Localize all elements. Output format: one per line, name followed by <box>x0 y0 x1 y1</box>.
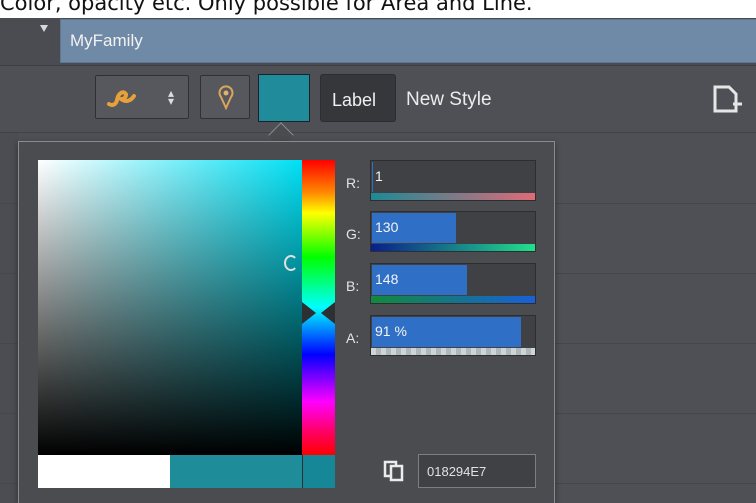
green-value: 130 <box>375 219 399 235</box>
caption-text: Color, opacity etc. Only possible for Ar… <box>0 0 533 15</box>
preview-background-white <box>38 455 170 488</box>
red-value: 1 <box>375 168 383 184</box>
label-button[interactable]: Label <box>320 74 396 122</box>
style-name[interactable]: New Style <box>406 89 492 111</box>
hex-input[interactable]: 018294E7 <box>418 454 536 488</box>
family-name: MyFamily <box>70 31 143 50</box>
family-row: MyFamily <box>0 18 756 66</box>
hex-value: 018294E7 <box>427 464 487 479</box>
preview-color-transparent <box>170 455 302 488</box>
family-name-field[interactable]: MyFamily <box>60 19 756 63</box>
preview-color-opaque <box>302 455 335 488</box>
style-row: ▴ ▾ Label New Style <box>0 66 756 133</box>
alpha-gradient <box>371 348 535 355</box>
saturation-cursor[interactable] <box>284 255 298 271</box>
caption-strip: Color, opacity etc. Only possible for Ar… <box>0 0 756 18</box>
green-label: G: <box>346 226 361 242</box>
alpha-label: A: <box>346 330 360 346</box>
color-swatch-button[interactable] <box>258 74 310 122</box>
red-level-fill <box>372 162 373 192</box>
hue-marker-icon[interactable] <box>302 302 335 324</box>
color-picker-popup: R: 1 G: 130 B: 148 A: 91 % 018294E7 <box>18 141 555 503</box>
blue-gradient <box>371 296 535 303</box>
saturation-value-square[interactable] <box>38 160 302 455</box>
alpha-value: 91 % <box>375 323 407 339</box>
new-document-icon[interactable] <box>712 84 744 114</box>
red-gradient <box>371 193 535 200</box>
alpha-field[interactable]: 91 % <box>370 315 536 356</box>
expand-triangle-icon[interactable] <box>40 25 48 32</box>
green-field[interactable]: 130 <box>370 211 536 252</box>
copy-icon[interactable] <box>383 460 405 482</box>
line-style-icon <box>107 90 136 107</box>
red-field[interactable]: 1 <box>370 160 536 201</box>
location-pin-icon <box>218 85 234 110</box>
red-label: R: <box>346 175 360 191</box>
green-gradient <box>371 244 535 251</box>
blue-field[interactable]: 148 <box>370 263 536 304</box>
blue-label: B: <box>346 278 360 294</box>
location-pin-button[interactable] <box>200 75 250 119</box>
blue-value: 148 <box>375 271 399 287</box>
updown-arrows-icon: ▴ ▾ <box>167 86 175 108</box>
line-style-button[interactable]: ▴ ▾ <box>95 75 189 119</box>
label-button-text: Label <box>332 90 377 110</box>
